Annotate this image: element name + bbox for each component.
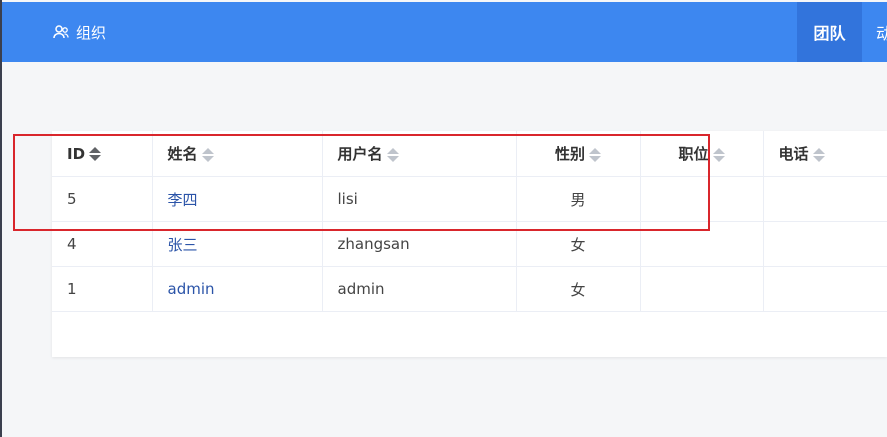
table-row[interactable]: 4 张三 zhangsan 女 — [52, 221, 887, 267]
cell-name-link[interactable]: admin — [152, 266, 323, 312]
left-edge — [0, 0, 2, 437]
table-header-row: ID 姓名 用户名 性别 职位 电话 — [52, 131, 887, 177]
cell-username: zhangsan — [322, 221, 517, 267]
cell-id: 1 — [52, 266, 153, 312]
cell-name-link[interactable]: 李四 — [152, 176, 323, 222]
cell-username: lisi — [322, 176, 517, 222]
members-table: ID 姓名 用户名 性别 职位 电话 5 李四 lisi 男 4 张三 zhan… — [52, 131, 887, 312]
column-header-gender[interactable]: 性别 — [516, 131, 641, 177]
cell-gender: 男 — [516, 176, 641, 222]
cell-id: 4 — [52, 221, 153, 267]
sort-icon[interactable] — [201, 147, 214, 163]
sort-icon[interactable] — [712, 147, 725, 163]
cell-position — [640, 176, 764, 222]
cell-name-link[interactable]: 张三 — [152, 221, 323, 267]
top-navigation-bar: 组织 团队 动 — [2, 2, 887, 62]
sort-icon[interactable] — [812, 147, 825, 163]
nav-organization-label: 组织 — [76, 23, 107, 42]
column-header-id[interactable]: ID — [52, 131, 153, 177]
cell-phone — [763, 176, 887, 222]
column-header-name[interactable]: 姓名 — [152, 131, 323, 177]
column-header-username[interactable]: 用户名 — [322, 131, 517, 177]
cell-position — [640, 221, 764, 267]
table-row[interactable]: 5 李四 lisi 男 — [52, 176, 887, 222]
cell-id: 5 — [52, 176, 153, 222]
column-header-phone[interactable]: 电话 — [763, 131, 887, 177]
nav-item-organization[interactable]: 组织 — [52, 2, 106, 62]
users-icon — [53, 25, 69, 39]
cell-gender: 女 — [516, 266, 641, 312]
cell-gender: 女 — [516, 221, 641, 267]
cell-position — [640, 266, 764, 312]
sort-icon[interactable] — [386, 147, 399, 163]
cell-phone — [763, 266, 887, 312]
sort-icon[interactable] — [89, 146, 102, 162]
column-header-position[interactable]: 职位 — [640, 131, 764, 177]
sort-icon[interactable] — [589, 147, 601, 163]
table-card: ID 姓名 用户名 性别 职位 电话 5 李四 lisi 男 4 张三 zhan… — [52, 131, 887, 357]
cell-username: admin — [322, 266, 517, 312]
table-row[interactable]: 1 admin admin 女 — [52, 266, 887, 312]
tab-next[interactable]: 动 — [876, 2, 887, 62]
tab-team[interactable]: 团队 — [797, 2, 862, 62]
cell-phone — [763, 221, 887, 267]
